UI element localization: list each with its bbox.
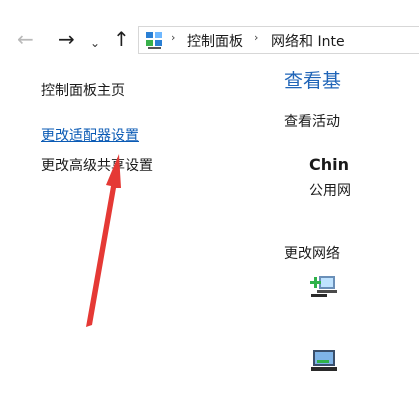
breadcrumb-separator-icon[interactable]: ›: [171, 31, 175, 44]
change-network-settings-heading: 更改网络: [284, 246, 340, 262]
forward-arrow-icon[interactable]: →: [58, 27, 75, 51]
troubleshoot-icon[interactable]: [307, 347, 339, 375]
back-arrow-icon[interactable]: ←: [17, 27, 34, 51]
breadcrumb-network-internet[interactable]: 网络和 Inte: [271, 31, 345, 51]
network-category[interactable]: 公用网: [309, 180, 351, 200]
new-connection-icon[interactable]: [307, 272, 339, 300]
breadcrumb-separator-icon[interactable]: ›: [254, 31, 258, 44]
recent-locations-chevron-icon[interactable]: ⌄: [90, 31, 100, 55]
page-title: 查看基: [284, 70, 342, 92]
navigation-bar: ← → ⌄ ↑ › 控制面板 › 网络和 Inte: [0, 0, 419, 80]
up-arrow-icon[interactable]: ↑: [113, 27, 130, 51]
address-bar[interactable]: › 控制面板 › 网络和 Inte: [138, 26, 419, 54]
change-adapter-settings-link[interactable]: 更改适配器设置: [41, 127, 139, 145]
network-control-panel-icon: [146, 32, 162, 49]
breadcrumb-control-panel[interactable]: 控制面板: [187, 31, 243, 51]
change-advanced-sharing-link[interactable]: 更改高级共享设置: [41, 157, 153, 175]
active-networks-heading: 查看活动: [284, 114, 340, 130]
control-panel-home-link[interactable]: 控制面板主页: [41, 82, 125, 100]
network-name: Chin: [309, 155, 350, 174]
